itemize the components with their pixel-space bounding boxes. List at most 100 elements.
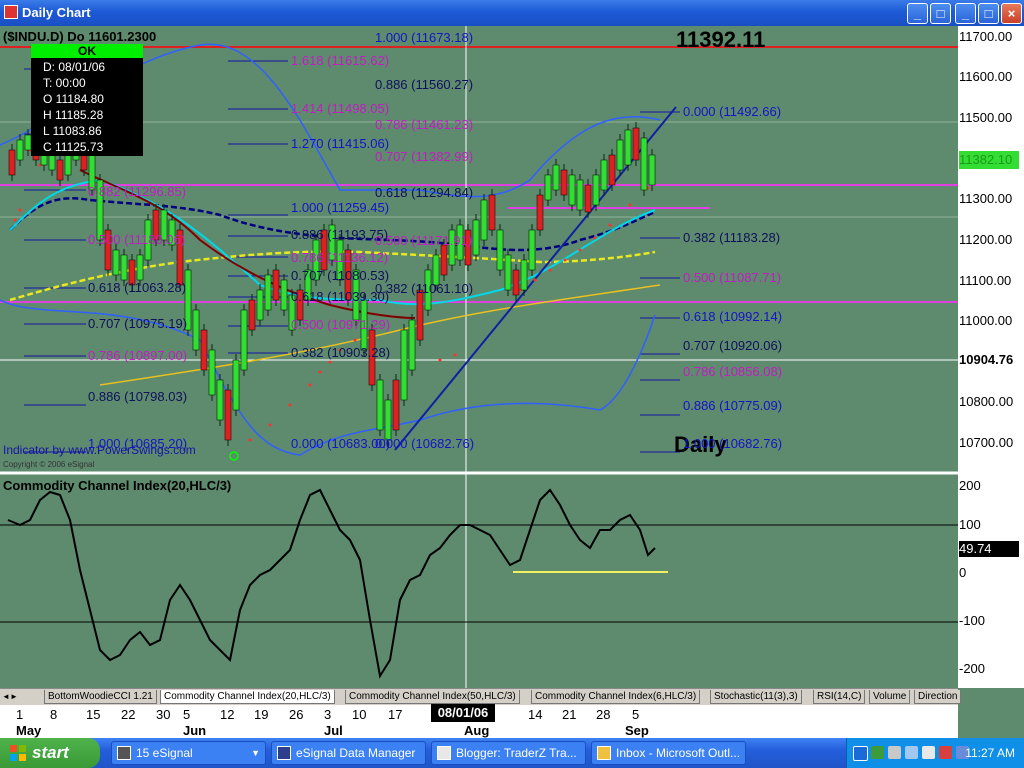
tab-volume[interactable]: Volume xyxy=(869,690,911,704)
tab-rsi[interactable]: RSI(14,C) xyxy=(813,690,866,704)
tab-scroll-right-icon[interactable]: ► xyxy=(10,691,18,702)
date-tick: 30 xyxy=(156,707,171,722)
taskbar-button-esignal[interactable]: 15 eSignal ▼ xyxy=(111,741,266,765)
date-tick: 19 xyxy=(254,707,269,722)
cursor-date: 08/01/06 xyxy=(431,704,495,722)
fib-mid-label: 1.000 (11259.45) xyxy=(291,200,390,215)
fib-mid-label: 0.886 (11560.27) xyxy=(375,77,474,92)
start-button[interactable]: start xyxy=(0,738,100,768)
copyright-text: Copyright © 2006 eSignal xyxy=(3,460,95,469)
cci-title: Commodity Channel Index(20,HLC/3) xyxy=(3,478,232,493)
sar-dot xyxy=(438,358,442,362)
info-time: T: 00:00 xyxy=(43,76,86,90)
tab-cci-6[interactable]: Commodity Channel Index(6,HLC/3) xyxy=(531,690,701,704)
candle-body xyxy=(512,269,520,296)
ie-icon xyxy=(437,746,451,760)
sar-dot xyxy=(318,370,322,374)
sar-dot xyxy=(628,203,632,207)
candle-body xyxy=(624,129,632,166)
month-label: May xyxy=(16,723,42,738)
fib-left-label: 1.414 (11498.05) xyxy=(291,101,390,116)
minimize-doc-button[interactable]: _ xyxy=(955,3,976,24)
date-tick: 26 xyxy=(289,707,304,722)
minimize-button[interactable]: _ xyxy=(907,3,928,24)
outlook-icon xyxy=(597,746,611,760)
sar-dot xyxy=(13,218,17,222)
tab-stochastic[interactable]: Stochastic(11(3),3) xyxy=(710,690,802,704)
candle-body xyxy=(232,359,240,411)
date-tick: 5 xyxy=(183,707,191,722)
fib-left-label: 0.786 (10897.00) xyxy=(88,348,188,363)
info-high: H 11185.28 xyxy=(43,108,104,122)
taskbar-button-blogger[interactable]: Blogger: TraderZ Tra... xyxy=(431,741,586,765)
sar-dot xyxy=(353,338,357,342)
fib-left-label: 0.618 (11063.28) xyxy=(88,280,187,295)
price-tick: 11000.00 xyxy=(959,313,1013,328)
fib-left-label: 0.882 (11296.85) xyxy=(88,184,187,199)
maximize-button[interactable]: □ xyxy=(930,3,951,24)
fib-mid-label: 0.886 (11193.75) xyxy=(291,227,389,242)
fib-right-label: 0.618 (10992.14) xyxy=(683,309,783,324)
fib-mid-label: 0.786 (11136.12) xyxy=(291,250,389,265)
fib-right-label: 0.707 (10920.06) xyxy=(683,338,783,353)
price-tick: 11700.00 xyxy=(959,29,1013,44)
month-label: Sep xyxy=(625,723,649,738)
candle-body xyxy=(56,159,64,181)
candle-body xyxy=(560,169,568,196)
fib-mid-label: 0.500 (10971.29) xyxy=(291,317,391,332)
tab-cci-50[interactable]: Commodity Channel Index(50,HLC/3) xyxy=(345,690,520,704)
app-icon[interactable] xyxy=(4,5,18,19)
candle-body xyxy=(248,299,256,331)
fib-left-label: 0.500 (11180.06) xyxy=(88,232,186,247)
study-tab-strip: ◄ ► BottomWoodieCCI 1.21 Commodity Chann… xyxy=(0,688,962,705)
info-date: D: 08/01/06 xyxy=(43,60,106,74)
close-button[interactable]: × xyxy=(1001,3,1022,24)
tray-icon[interactable] xyxy=(905,746,918,759)
candle-body xyxy=(640,137,648,191)
date-tick: 10 xyxy=(352,707,367,722)
candle-body xyxy=(208,349,216,396)
cci-tick: -100 xyxy=(959,613,986,628)
tray-expand-icon[interactable] xyxy=(853,746,868,761)
tab-direction[interactable]: Direction xyxy=(914,690,962,704)
fib-right-label: 1.000 (10682.76) xyxy=(683,436,783,451)
taskbar: start 15 eSignal ▼ eSignal Data Manager … xyxy=(0,738,1024,768)
tray-icon[interactable] xyxy=(888,746,901,759)
fib-right-label: 0.886 (10775.09) xyxy=(683,398,783,413)
security-icon[interactable] xyxy=(939,746,952,759)
fib-mid-label: 0.500 (11171.91) xyxy=(375,233,473,248)
info-close: C 11125.73 xyxy=(43,140,104,154)
window-titlebar: Daily Chart _ □ _ □ × xyxy=(0,0,1024,26)
network-icon[interactable] xyxy=(922,746,935,759)
date-tick: 15 xyxy=(86,707,101,722)
taskbar-button-outlook[interactable]: Inbox - Microsoft Outl... xyxy=(591,741,746,765)
tray-icon[interactable] xyxy=(871,746,884,759)
date-tick: 14 xyxy=(528,707,543,722)
sar-dot xyxy=(563,258,567,262)
candle-body xyxy=(240,309,248,371)
candle-body xyxy=(584,184,592,213)
restore-button[interactable]: □ xyxy=(978,3,999,24)
candle-body xyxy=(376,379,384,431)
candle-body xyxy=(592,174,600,206)
price-tick: 11300.00 xyxy=(959,191,1013,206)
tab-cci-20[interactable]: Commodity Channel Index(20,HLC/3) xyxy=(160,690,335,704)
date-tick: 8 xyxy=(50,707,58,722)
last-price-big: 11392.11 xyxy=(676,27,766,52)
tab-scroll-left-icon[interactable]: ◄ xyxy=(2,691,10,702)
sar-dot xyxy=(18,208,22,212)
candle-body xyxy=(400,329,408,401)
taskbar-button-label: 15 eSignal xyxy=(136,746,193,760)
month-label: Aug xyxy=(464,723,490,738)
fib-mid-label: 0.707 (11382.99) xyxy=(375,149,474,164)
candle-body xyxy=(8,149,16,176)
info-open: O 11184.80 xyxy=(43,92,104,106)
tab-bottomwoodie[interactable]: BottomWoodieCCI 1.21 xyxy=(44,690,157,704)
sar-dot xyxy=(268,423,272,427)
candle-body xyxy=(112,249,120,276)
taskbar-button-datamanager[interactable]: eSignal Data Manager xyxy=(271,741,426,765)
sar-dot xyxy=(578,248,582,252)
month-label: Jun xyxy=(183,723,207,738)
candle-body xyxy=(552,164,560,191)
date-tick: 22 xyxy=(121,707,136,722)
